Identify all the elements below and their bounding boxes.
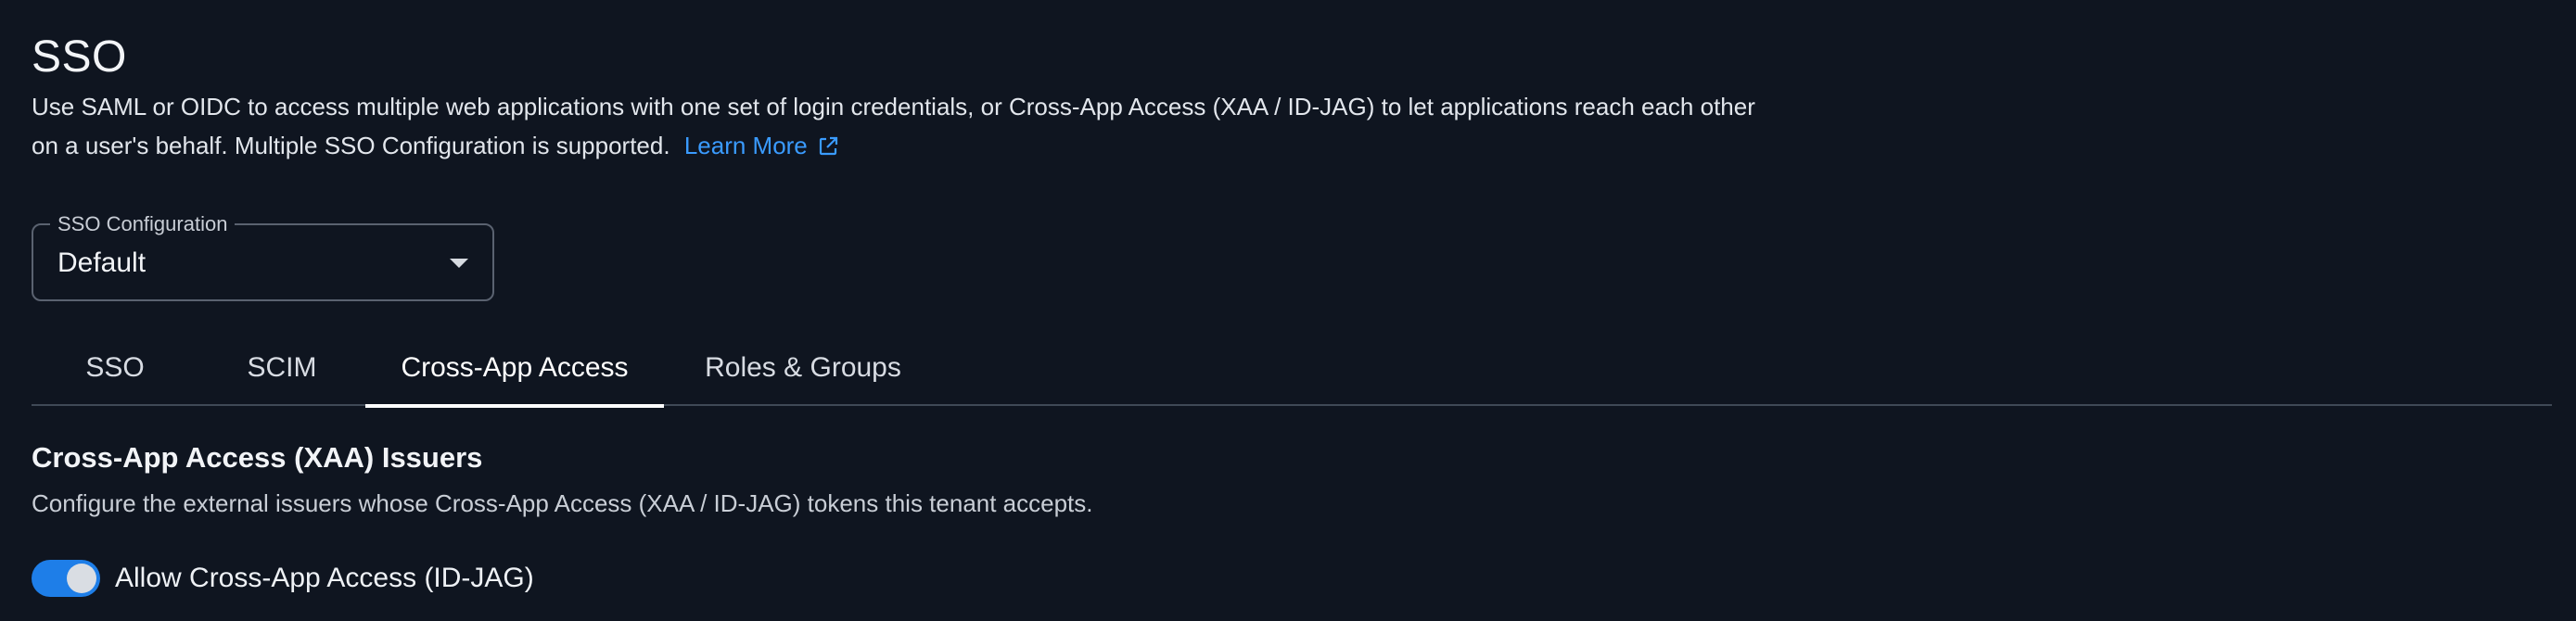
tab-sso[interactable]: SSO xyxy=(32,330,198,406)
external-link-icon xyxy=(817,130,839,169)
tab-cross-app-access[interactable]: Cross-App Access xyxy=(365,330,664,408)
sso-configuration-value: Default xyxy=(57,247,147,278)
sso-configuration-select[interactable]: SSO Configuration Default xyxy=(32,212,494,301)
learn-more-link[interactable]: Learn More xyxy=(684,132,839,159)
tab-bar: SSO SCIM Cross-App Access Roles & Groups xyxy=(32,330,2552,408)
section-description: Configure the external issuers whose Cro… xyxy=(32,489,1093,517)
sso-settings-page: SSO Use SAML or OIDC to access multiple … xyxy=(0,0,2576,621)
allow-xaa-toggle[interactable] xyxy=(32,560,100,597)
allow-xaa-toggle-label: Allow Cross-App Access (ID-JAG) xyxy=(115,563,534,593)
tab-scim[interactable]: SCIM xyxy=(198,330,365,406)
section-title: Cross-App Access (XAA) Issuers xyxy=(32,441,483,474)
sso-configuration-label: SSO Configuration xyxy=(50,212,236,236)
page-description: Use SAML or OIDC to access multiple web … xyxy=(32,87,1775,169)
tab-roles-groups[interactable]: Roles & Groups xyxy=(664,330,942,406)
description-text: Use SAML or OIDC to access multiple web … xyxy=(32,93,1755,159)
toggle-thumb xyxy=(67,564,96,593)
page-title: SSO xyxy=(32,32,127,82)
chevron-down-icon xyxy=(450,259,468,268)
allow-xaa-toggle-row[interactable]: Allow Cross-App Access (ID-JAG) xyxy=(32,560,534,597)
learn-more-label: Learn More xyxy=(683,132,808,159)
